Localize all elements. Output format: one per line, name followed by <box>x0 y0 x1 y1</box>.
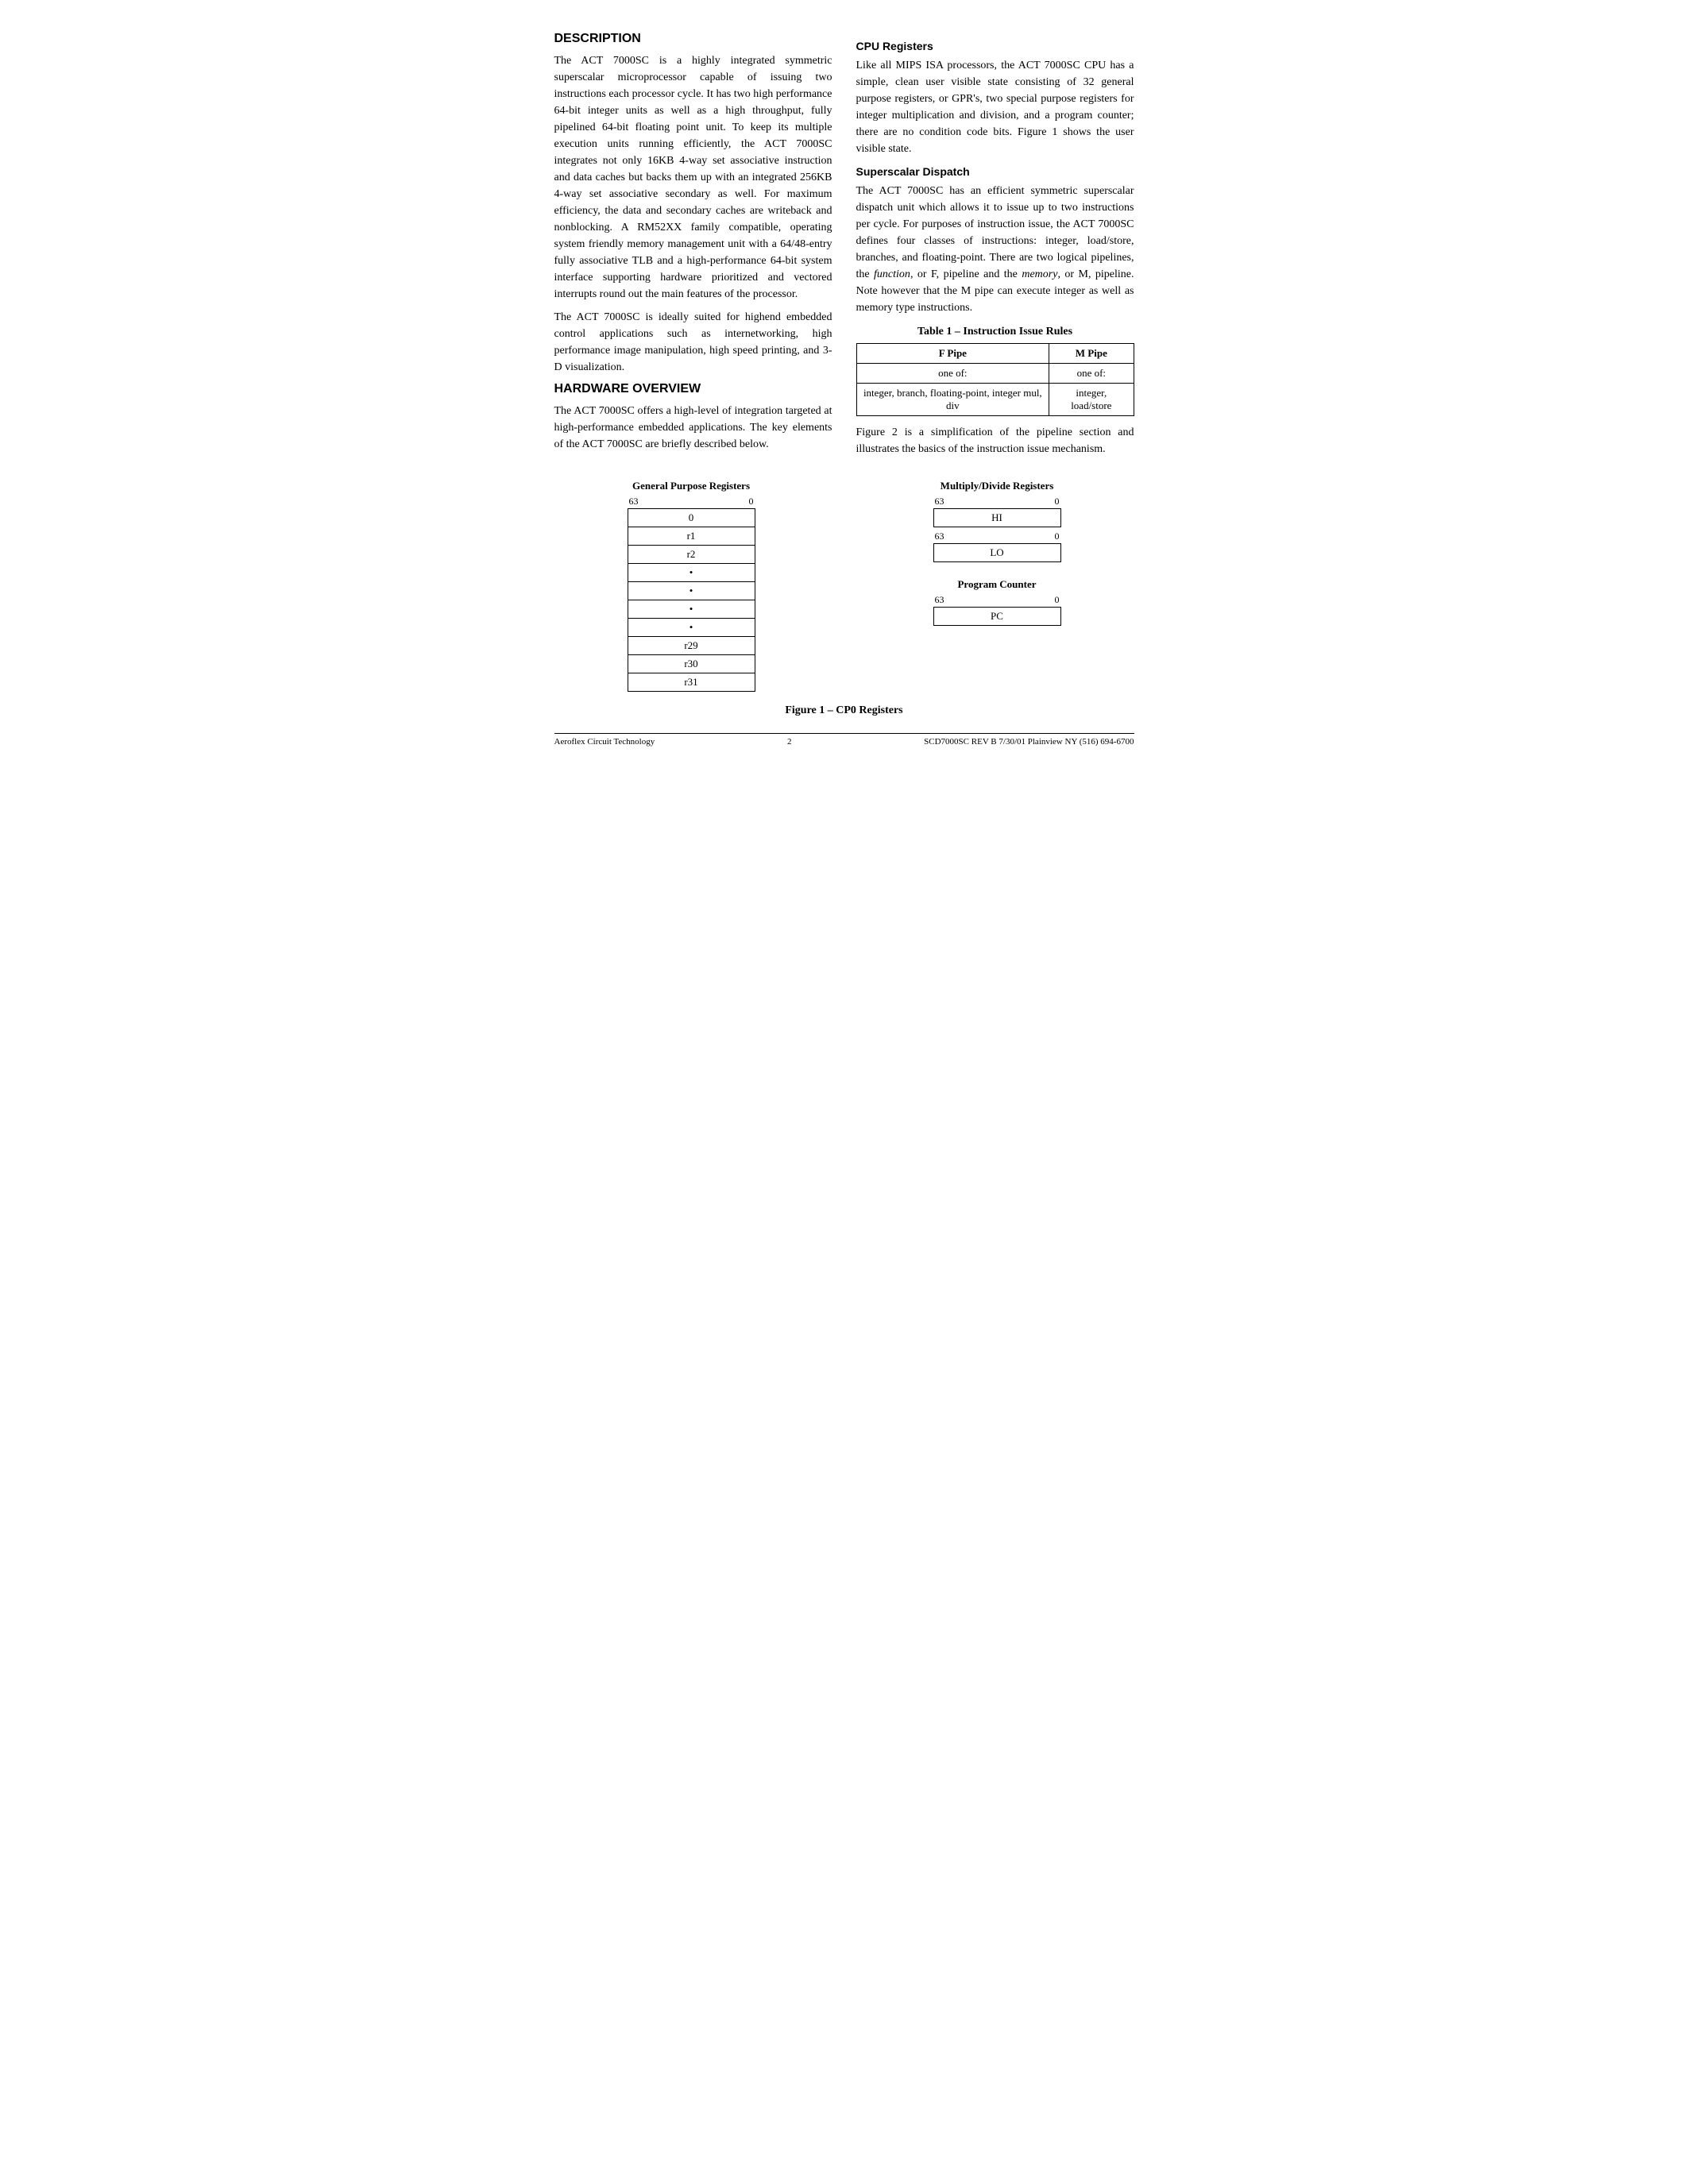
multiply-divide-diagram: Multiply/Divide Registers 63 0 HI 63 0 L <box>933 480 1061 562</box>
pc-low-label: 0 <box>1055 594 1060 606</box>
md-high2-label: 63 <box>935 531 944 542</box>
program-counter-diagram: Program Counter 63 0 PC <box>933 578 1061 626</box>
md-lo-header-row: 63 0 <box>933 531 1061 542</box>
gpr-cell-9: r31 <box>628 673 755 692</box>
footer-page-number: 2 <box>787 737 792 747</box>
table-caption: Figure 2 is a simplification of the pipe… <box>856 424 1134 457</box>
gpr-cell-5: • <box>628 600 755 619</box>
gpr-cell-3: • <box>628 564 755 582</box>
hi-cell: HI <box>933 509 1060 527</box>
lo-register-table: LO <box>933 543 1061 562</box>
gpr-row-7: r29 <box>628 637 755 655</box>
gpr-row-3: • <box>628 564 755 582</box>
gpr-header-row: 63 0 <box>628 496 755 507</box>
description-para-1: The ACT 7000SC is a highly integrated sy… <box>554 52 832 303</box>
table-cell-m-row2: integer, load/store <box>1049 384 1134 416</box>
gpr-high-label: 63 <box>629 496 639 507</box>
hardware-overview-title: HARDWARE OVERVIEW <box>554 382 832 396</box>
instruction-issue-table: F Pipe M Pipe one of: one of: integer, b… <box>856 343 1134 416</box>
hi-row: HI <box>933 509 1060 527</box>
md-high-label: 63 <box>935 496 944 507</box>
gpr-cell-8: r30 <box>628 655 755 673</box>
left-column: DESCRIPTION The ACT 7000SC is a highly i… <box>554 32 832 464</box>
pc-header-row: 63 0 <box>933 594 1061 606</box>
gpr-row-6: • <box>628 619 755 637</box>
table-title: Table 1 – Instruction Issue Rules <box>856 326 1134 338</box>
md-low2-label: 0 <box>1055 531 1060 542</box>
pc-cell: PC <box>933 608 1060 626</box>
gpr-row-9: r31 <box>628 673 755 692</box>
page: DESCRIPTION The ACT 7000SC is a highly i… <box>554 32 1134 747</box>
pc-row: PC <box>933 608 1060 626</box>
lo-row: LO <box>933 544 1060 562</box>
md-low-label: 0 <box>1055 496 1060 507</box>
multiply-divide-title: Multiply/Divide Registers <box>941 480 1054 492</box>
table-row-2: integer, branch, floating-point, integer… <box>856 384 1134 416</box>
description-para-2: The ACT 7000SC is ideally suited for hig… <box>554 309 832 376</box>
figure-caption: Figure 1 – CP0 Registers <box>554 704 1134 717</box>
md-hi-header-row: 63 0 <box>933 496 1061 507</box>
cpu-registers-para: Like all MIPS ISA processors, the ACT 70… <box>856 57 1134 157</box>
gpr-row-5: • <box>628 600 755 619</box>
gpr-cell-6: • <box>628 619 755 637</box>
lo-cell: LO <box>933 544 1060 562</box>
table-cell-f-row2: integer, branch, floating-point, integer… <box>856 384 1049 416</box>
pc-high-label: 63 <box>935 594 944 606</box>
gpr-cell-4: • <box>628 582 755 600</box>
right-column: CPU Registers Like all MIPS ISA processo… <box>856 32 1134 464</box>
table-header-fpipe: F Pipe <box>856 344 1049 364</box>
program-counter-title: Program Counter <box>957 578 1036 591</box>
gpr-row-1: r1 <box>628 527 755 546</box>
gpr-row-2: r2 <box>628 546 755 564</box>
gpr-cell-2: r2 <box>628 546 755 564</box>
superscalar-dispatch-para: The ACT 7000SC has an efficient symmetri… <box>856 183 1134 316</box>
table-cell-m-row1: one of: <box>1049 364 1134 384</box>
footer-right: SCD7000SC REV B 7/30/01 Plainview NY (51… <box>924 737 1134 747</box>
gpr-title: General Purpose Registers <box>632 480 750 492</box>
gpr-row-8: r30 <box>628 655 755 673</box>
gpr-cell-0: 0 <box>628 509 755 527</box>
gpr-cell-7: r29 <box>628 637 755 655</box>
gpr-table: 0 r1 r2 • • • • r29 r30 r31 <box>628 508 755 692</box>
gpr-row-4: • <box>628 582 755 600</box>
right-diagrams: Multiply/Divide Registers 63 0 HI 63 0 L <box>933 480 1061 626</box>
diagrams-section: General Purpose Registers 63 0 0 r1 r2 •… <box>554 480 1134 692</box>
description-title: DESCRIPTION <box>554 32 832 46</box>
cpu-registers-title: CPU Registers <box>856 40 1134 52</box>
page-footer: Aeroflex Circuit Technology 2 SCD7000SC … <box>554 733 1134 747</box>
table-cell-f-row1: one of: <box>856 364 1049 384</box>
pc-register-table: PC <box>933 607 1061 626</box>
superscalar-dispatch-title: Superscalar Dispatch <box>856 165 1134 178</box>
gpr-low-label: 0 <box>749 496 754 507</box>
hardware-overview-para: The ACT 7000SC offers a high-level of in… <box>554 403 832 453</box>
gpr-row-0: 0 <box>628 509 755 527</box>
table-header-mpipe: M Pipe <box>1049 344 1134 364</box>
footer-left: Aeroflex Circuit Technology <box>554 737 655 747</box>
gpr-diagram: General Purpose Registers 63 0 0 r1 r2 •… <box>628 480 755 692</box>
hi-register-table: HI <box>933 508 1061 527</box>
gpr-cell-1: r1 <box>628 527 755 546</box>
main-content: DESCRIPTION The ACT 7000SC is a highly i… <box>554 32 1134 464</box>
table-row-1: one of: one of: <box>856 364 1134 384</box>
